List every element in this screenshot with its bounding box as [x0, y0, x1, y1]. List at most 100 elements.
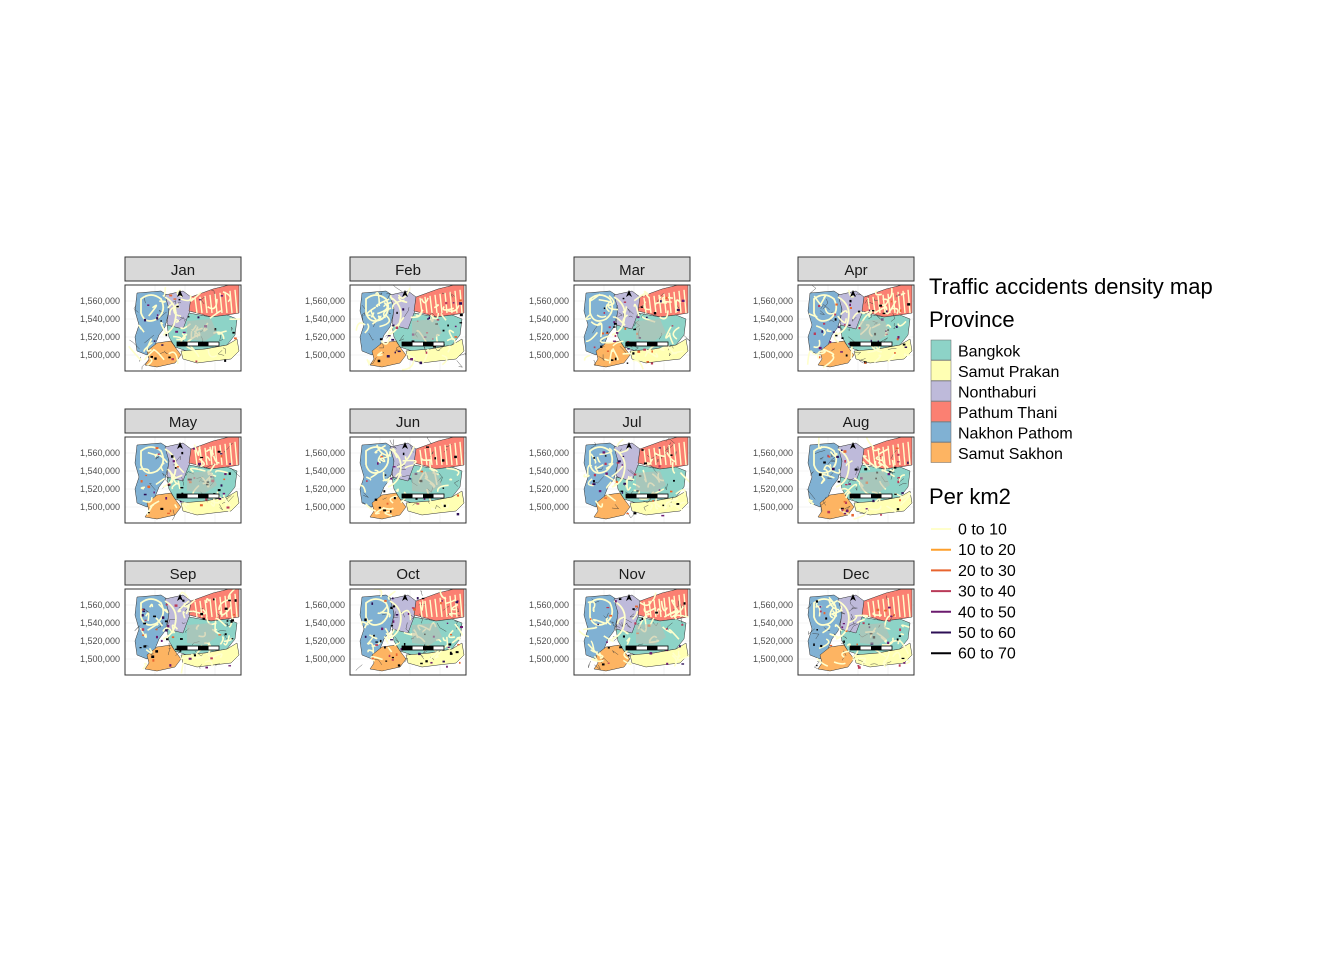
accident-density-mark: [633, 512, 637, 515]
accident-density-mark: [609, 614, 613, 617]
accident-density-mark: [144, 619, 147, 622]
accident-density-mark: [658, 447, 661, 449]
accident-density-mark: [888, 620, 891, 622]
accident-density-mark: [665, 296, 668, 300]
legend-density-label: 0 to 10: [958, 522, 1007, 539]
accident-density-mark: [620, 490, 624, 492]
accident-density-mark: [164, 620, 168, 623]
accident-density-mark: [651, 350, 653, 353]
accident-density-mark: [845, 630, 848, 632]
y-tick-label: 1,540,000: [80, 314, 120, 324]
scale-bar: [849, 341, 893, 347]
accident-density-mark: [683, 602, 686, 605]
accident-density-mark: [375, 641, 378, 643]
accident-density-mark: [165, 629, 168, 632]
accident-density-mark: [202, 617, 205, 620]
accident-density-mark: [395, 653, 398, 656]
accident-density-mark: [410, 358, 413, 361]
accident-density-mark: [902, 343, 906, 346]
accident-density-mark: [606, 350, 610, 353]
accident-density-mark: [607, 647, 610, 649]
y-tick-label: 1,520,000: [305, 636, 345, 646]
accident-density-mark: [234, 599, 237, 602]
province-map: [359, 437, 465, 520]
accident-density-mark: [393, 496, 396, 500]
accident-density-mark: [171, 636, 175, 639]
accident-density-mark: [876, 608, 880, 612]
facet-panel: Sep 1,560,000 1,540,000 1,520,000 1,500,000: [80, 560, 242, 676]
accident-density-mark: [390, 606, 393, 610]
accident-density-mark: [178, 299, 181, 301]
accident-density-mark: [390, 510, 392, 513]
accident-density-mark: [854, 468, 858, 471]
accident-density-mark: [143, 493, 147, 496]
legend-province-title: Province: [929, 307, 1015, 332]
accident-density-mark: [649, 652, 653, 655]
y-tick-label: 1,560,000: [529, 600, 569, 610]
legend-label-nonthaburi: Nonthaburi: [958, 385, 1036, 402]
accident-density-mark: [652, 499, 654, 502]
accident-density-mark: [379, 639, 382, 643]
accident-density-mark: [388, 654, 391, 657]
accident-density-mark: [416, 597, 419, 600]
accident-density-mark: [409, 477, 411, 480]
accident-density-mark: [895, 447, 899, 450]
facet-panel: Jun 1,560,000 1,540,000 1,520,000 1,500,000: [305, 408, 467, 524]
accident-density-mark: [899, 499, 901, 502]
accident-density-mark: [897, 461, 900, 463]
accident-density-mark: [397, 350, 401, 353]
accident-density-mark: [813, 332, 816, 336]
accident-density-mark: [836, 455, 839, 458]
accident-density-mark: [681, 623, 684, 626]
accident-density-mark: [868, 309, 871, 312]
accident-density-mark: [600, 345, 603, 348]
legend-density-label: 30 to 40: [958, 584, 1016, 601]
accident-density-mark: [160, 507, 164, 510]
accident-density-mark: [602, 451, 606, 454]
accident-density-mark: [898, 664, 901, 667]
y-tick-label: 1,540,000: [529, 618, 569, 628]
accident-density-mark: [426, 446, 429, 448]
y-tick-label: 1,540,000: [753, 466, 793, 476]
accident-density-mark: [834, 313, 837, 316]
accident-density-mark: [230, 620, 233, 623]
accident-density-mark: [872, 499, 875, 503]
legend-label-bangkok: Bangkok: [958, 344, 1021, 361]
panel-title: Oct: [396, 566, 420, 583]
scale-bar: [401, 493, 445, 499]
accident-density-mark: [621, 464, 624, 466]
accident-density-mark: [608, 326, 611, 329]
accident-density-mark: [645, 316, 648, 319]
accident-density-mark: [165, 603, 168, 606]
accident-density-mark: [623, 301, 627, 303]
accident-density-mark: [394, 351, 396, 354]
accident-density-mark: [169, 509, 172, 513]
y-tick-label: 1,540,000: [529, 314, 569, 324]
map-panel: [797, 588, 915, 676]
accident-density-mark: [888, 471, 892, 473]
accident-density-mark: [813, 643, 815, 646]
accident-density-mark: [614, 600, 617, 603]
panel-title: Apr: [844, 262, 867, 279]
accident-density-mark: [454, 455, 457, 459]
facet-panel: Mar 1,560,000 1,540,000 1,520,000 1,500,000: [529, 256, 691, 372]
y-tick-label: 1,500,000: [529, 654, 569, 664]
accident-density-mark: [613, 321, 616, 324]
accident-density-mark: [827, 454, 829, 458]
accident-density-mark: [653, 312, 657, 315]
accident-density-mark: [593, 457, 595, 459]
accident-density-mark: [864, 362, 867, 364]
accident-density-mark: [392, 324, 395, 327]
accident-density-mark: [228, 599, 231, 602]
accident-density-mark: [622, 455, 625, 458]
accident-density-mark: [884, 609, 887, 612]
road-segment: [421, 600, 424, 611]
legend-density-label: 20 to 30: [958, 563, 1016, 580]
accident-density-mark: [679, 645, 681, 648]
accident-density-mark: [623, 482, 627, 485]
accident-density-mark: [897, 476, 901, 479]
accident-density-mark: [232, 331, 235, 334]
scale-bar: [625, 645, 669, 651]
accident-density-mark: [864, 467, 868, 471]
accident-density-mark: [829, 341, 832, 343]
